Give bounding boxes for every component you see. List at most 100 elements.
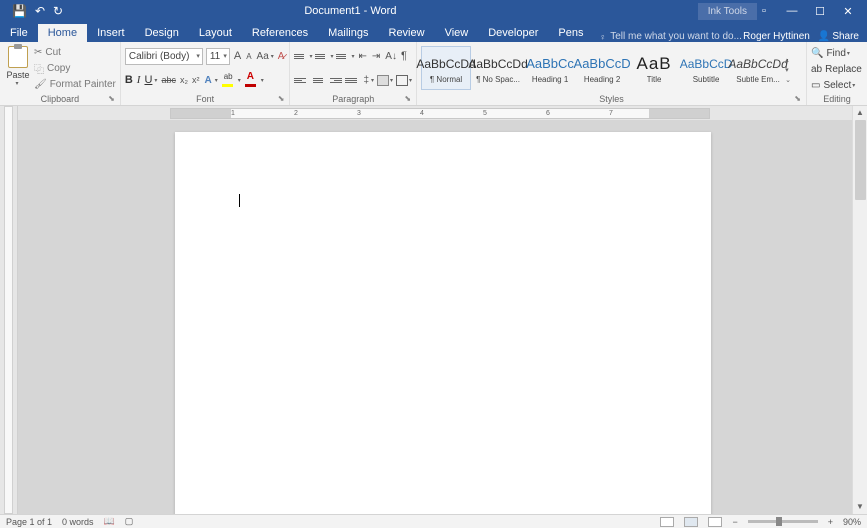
paste-button[interactable]: Paste ▾ (4, 44, 32, 93)
tab-design[interactable]: Design (135, 24, 189, 42)
style-subtle-em-[interactable]: AaBbCcDdSubtle Em... (733, 46, 783, 90)
align-right-button[interactable] (328, 74, 342, 87)
tab-review[interactable]: Review (379, 24, 435, 42)
save-icon[interactable]: 💾 (12, 4, 27, 18)
copy-button[interactable]: ⿻Copy (34, 61, 116, 76)
print-layout-button[interactable] (684, 517, 698, 527)
cut-button[interactable]: ✂Cut (34, 45, 116, 60)
style-name-label: Heading 2 (584, 75, 620, 84)
styles-dialog-launcher-icon[interactable]: ⬊ (794, 93, 801, 105)
font-color-button[interactable] (245, 74, 259, 87)
select-button[interactable]: ▭Select▾ (811, 78, 863, 93)
replace-button[interactable]: abReplace (811, 62, 863, 77)
tab-developer[interactable]: Developer (478, 24, 548, 42)
web-layout-button[interactable] (708, 517, 722, 527)
horizontal-ruler[interactable]: 1234567 (18, 106, 867, 120)
scroll-down-icon[interactable]: ▼ (853, 500, 867, 514)
tab-mailings[interactable]: Mailings (318, 24, 378, 42)
style-heading-1[interactable]: AaBbCcHeading 1 (525, 46, 575, 90)
ruler-left-margin[interactable] (171, 109, 231, 118)
zoom-slider-handle[interactable] (776, 517, 782, 526)
subscript-button[interactable]: x₂ (180, 75, 188, 85)
grow-font-button[interactable]: A (233, 50, 242, 62)
group-font: Calibri (Body) 11 A A Aa▾ A̷ B I U▾ abc … (121, 42, 291, 105)
tab-insert[interactable]: Insert (87, 24, 135, 42)
minimize-icon[interactable]: — (785, 5, 799, 18)
undo-icon[interactable]: ↶ (35, 4, 45, 18)
share-button[interactable]: 👤 Share (818, 31, 859, 42)
tab-layout[interactable]: Layout (189, 24, 242, 42)
style--normal[interactable]: AaBbCcDd¶ Normal (421, 46, 471, 90)
multilevel-list-button[interactable] (336, 50, 350, 63)
styles-gallery-expand[interactable]: ▴▾⌄ (785, 46, 797, 84)
close-icon[interactable]: ✕ (841, 5, 855, 18)
borders-button[interactable] (396, 75, 408, 86)
ruler-right-margin[interactable] (649, 109, 709, 118)
ribbon-display-options-icon[interactable]: ▫ (757, 5, 771, 18)
highlight-button[interactable] (222, 74, 236, 87)
increase-indent-button[interactable]: ⇥ (371, 51, 381, 62)
font-name-combo[interactable]: Calibri (Body) (125, 48, 203, 65)
tab-pens[interactable]: Pens (548, 24, 593, 42)
change-case-button[interactable]: Aa (256, 51, 270, 62)
vertical-scrollbar[interactable]: ▲ ▼ (852, 106, 867, 514)
scroll-up-icon[interactable]: ▲ (853, 106, 867, 120)
page-1[interactable] (175, 132, 711, 514)
find-button[interactable]: 🔍Find▾ (811, 46, 863, 61)
superscript-button[interactable]: x² (192, 75, 200, 85)
format-painter-button[interactable]: 🖌Format Painter (34, 77, 116, 92)
sort-button[interactable]: A↓ (384, 51, 398, 62)
read-mode-button[interactable] (660, 517, 674, 527)
strikethrough-button[interactable]: abc (161, 75, 176, 85)
quick-access-toolbar: 💾 ↶ ↻ (0, 4, 63, 18)
text-effects-button[interactable]: A (203, 75, 212, 86)
align-center-button[interactable] (311, 74, 325, 87)
zoom-level[interactable]: 90% (843, 517, 861, 527)
shading-button[interactable] (377, 75, 389, 86)
ruler-tick: 2 (294, 110, 298, 117)
redo-icon[interactable]: ↻ (53, 4, 63, 18)
clear-formatting-button[interactable]: A̷ (277, 51, 286, 62)
underline-button[interactable]: U (144, 74, 152, 86)
italic-button[interactable]: I (137, 74, 141, 86)
page-count[interactable]: Page 1 of 1 (6, 517, 52, 527)
justify-button[interactable] (345, 74, 359, 87)
style--no-spac-[interactable]: AaBbCcDd¶ No Spac... (473, 46, 523, 90)
tab-home[interactable]: Home (38, 24, 87, 42)
scrollbar-thumb[interactable] (855, 120, 866, 200)
decrease-indent-button[interactable]: ⇤ (358, 51, 368, 62)
style-sample: AaBbCcDd (728, 53, 787, 75)
font-dialog-launcher-icon[interactable]: ⬊ (278, 93, 285, 105)
style-title[interactable]: AaBTitle (629, 46, 679, 90)
tab-references[interactable]: References (242, 24, 318, 42)
zoom-slider[interactable] (748, 520, 818, 523)
style-subtitle[interactable]: AaBbCcDSubtitle (681, 46, 731, 90)
bullets-button[interactable] (294, 50, 308, 63)
show-hide-marks-button[interactable]: ¶ (401, 50, 407, 62)
word-count[interactable]: 0 words (62, 517, 94, 527)
spellcheck-icon[interactable]: 📖 (104, 516, 115, 527)
clipboard-dialog-launcher-icon[interactable]: ⬊ (108, 93, 115, 105)
ink-tools-contextual-tab[interactable]: Ink Tools (698, 3, 757, 20)
group-styles: AaBbCcDd¶ NormalAaBbCcDd¶ No Spac...AaBb… (417, 42, 807, 105)
document-viewport[interactable] (18, 120, 867, 514)
tab-view[interactable]: View (435, 24, 479, 42)
macro-record-icon[interactable]: ▢ (125, 516, 134, 527)
bold-button[interactable]: B (125, 74, 133, 86)
tell-me-search[interactable]: ♀ Tell me what you want to do... (593, 31, 743, 42)
paragraph-dialog-launcher-icon[interactable]: ⬊ (404, 93, 411, 105)
font-size-combo[interactable]: 11 (206, 48, 230, 65)
zoom-in-button[interactable]: + (828, 517, 833, 527)
shrink-font-button[interactable]: A (245, 52, 252, 61)
style-sample: AaBbCcD (680, 53, 733, 75)
style-heading-2[interactable]: AaBbCcDHeading 2 (577, 46, 627, 90)
cursor-icon: ▭ (811, 80, 820, 91)
tab-file[interactable]: File (0, 24, 38, 42)
align-left-button[interactable] (294, 74, 308, 87)
maximize-icon[interactable]: ☐ (813, 5, 827, 18)
account-name[interactable]: Roger Hyttinen (743, 31, 810, 42)
numbering-button[interactable] (315, 50, 329, 63)
vertical-ruler[interactable] (0, 106, 18, 514)
zoom-out-button[interactable]: − (732, 517, 737, 527)
line-spacing-button[interactable]: ‡ (362, 75, 370, 86)
